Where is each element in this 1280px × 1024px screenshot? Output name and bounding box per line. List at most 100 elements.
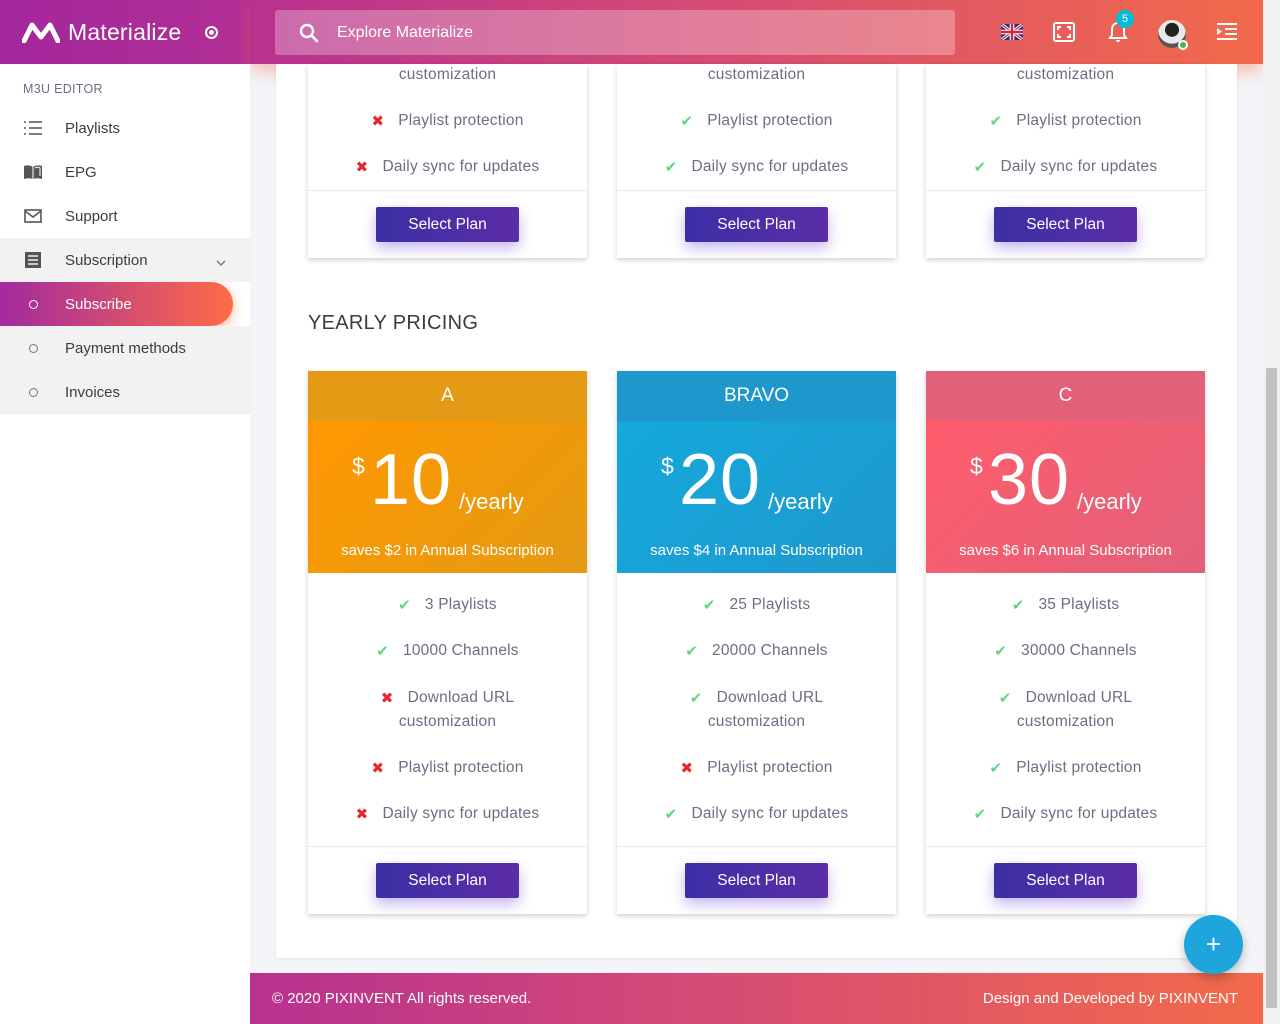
feature-item: customization <box>617 52 896 98</box>
select-plan-button[interactable]: Select Plan <box>376 863 519 898</box>
feature-label: Daily sync for updates <box>691 158 849 175</box>
feature-list: ✔ 25 Playlists ✔ 20000 Channels ✔ Download UR… <box>617 573 896 846</box>
search-input[interactable]: Explore Materialize <box>337 24 473 42</box>
feature-item: ✖ Playlist protection <box>617 745 896 791</box>
price-amount: 30 <box>988 440 1071 520</box>
feature-label: Daily sync for updates <box>1000 805 1158 822</box>
feature-item: ✖ Playlist protection <box>308 745 587 791</box>
feature-label-cont: customization <box>707 712 806 730</box>
sidebar-item-epg[interactable]: EPG <box>0 150 250 194</box>
feature-label: Playlist protection <box>707 759 833 776</box>
check-icon: ✔ <box>1011 597 1025 614</box>
select-plan-button[interactable]: Select Plan <box>994 207 1137 242</box>
check-icon: ✔ <box>398 597 411 614</box>
check-icon: ✔ <box>973 806 987 823</box>
sidebar-subitem-subscribe[interactable]: Subscribe <box>0 282 233 326</box>
sidebar-subitem-payment-methods[interactable]: Payment methods <box>0 326 250 370</box>
feature-label: Download URL <box>1025 688 1133 706</box>
page-footer: © 2020 PIXINVENT All rights reserved. De… <box>250 973 1263 1024</box>
card-footer: Select Plan <box>308 846 587 914</box>
plan-name: C <box>926 371 1205 421</box>
plan-name: BRAVO <box>617 371 896 421</box>
feature-item: ✔ Daily sync for updates <box>617 791 896 837</box>
pricing-card: customization ✖ Playlist protection ✖ Daily … <box>308 64 587 258</box>
search-bar[interactable]: Explore Materialize <box>275 10 955 55</box>
check-icon: ✔ <box>989 113 1003 130</box>
check-icon: ✔ <box>994 643 1008 660</box>
feature-label: Daily sync for updates <box>1000 158 1158 175</box>
feature-item: ✔ 35 Playlists <box>926 582 1205 628</box>
plan-price-block: $10/yearly saves $2 in Annual Subscriptio… <box>308 421 587 573</box>
sidebar-item-playlists[interactable]: Playlists <box>0 106 250 150</box>
sidebar-item-label: Subscription <box>65 251 148 269</box>
select-plan-button[interactable]: Select Plan <box>685 207 828 242</box>
sidebar-subitem-invoices[interactable]: Invoices <box>0 370 250 414</box>
savings-text: saves $2 in Annual Subscription <box>341 542 554 559</box>
feature-list: ✔ 35 Playlists ✔ 30000 Channels ✔ Download UR… <box>926 573 1205 846</box>
pricing-card: C $30/yearly saves $6 in Annual Subscripti… <box>926 371 1205 914</box>
feature-item: ✔ Playlist protection <box>926 98 1205 144</box>
floating-add-button[interactable]: + <box>1184 915 1243 974</box>
list-icon <box>23 118 43 138</box>
card-footer: Select Plan <box>308 190 587 258</box>
footer-credit[interactable]: Design and Developed by PIXINVENT <box>983 990 1238 1007</box>
feature-label: 35 Playlists <box>1038 596 1120 613</box>
pricing-card: BRAVO $20/yearly saves $4 in Annual Subscr… <box>617 371 896 914</box>
feature-line: ✔ Download URL <box>690 689 823 707</box>
sidebar-item-support[interactable]: Support <box>0 194 250 238</box>
feature-line: ✖ Download URL <box>381 689 514 707</box>
page-scrollbar[interactable] <box>1263 0 1280 1024</box>
sidebar-subitem-label: Invoices <box>65 383 121 401</box>
sidebar-lock-toggle-icon[interactable] <box>205 25 219 39</box>
feature-line: ✔ Download URL <box>999 689 1132 707</box>
sidebar-item-label: Support <box>65 207 118 225</box>
feature-label: 30000 Channels <box>1021 642 1137 659</box>
feature-label: 3 Playlists <box>424 596 497 613</box>
card-footer: Select Plan <box>926 846 1205 914</box>
user-avatar[interactable] <box>1158 20 1188 50</box>
price-currency: $ <box>352 453 365 479</box>
feature-item: ✔ 30000 Channels <box>926 628 1205 674</box>
sidebar-subitem-label: Payment methods <box>65 339 186 357</box>
feature-label: Playlist protection <box>1016 112 1142 129</box>
select-plan-button[interactable]: Select Plan <box>685 863 828 898</box>
cross-icon: ✖ <box>371 760 385 777</box>
search-icon <box>299 23 319 42</box>
scrollbar-thumb[interactable] <box>1266 368 1277 1008</box>
feature-list: customization ✔ Playlist protection ✔ Daily … <box>617 52 896 190</box>
check-icon: ✔ <box>973 159 987 176</box>
online-status-dot <box>1178 40 1188 50</box>
savings-text: saves $4 in Annual Subscription <box>650 542 863 559</box>
savings-text: saves $6 in Annual Subscription <box>959 542 1172 559</box>
feature-label-cont: customization <box>1016 712 1115 730</box>
feature-item: ✔ 10000 Channels <box>308 628 587 674</box>
plan-price-block: $20/yearly saves $4 in Annual Subscriptio… <box>617 421 896 573</box>
brand-logo[interactable]: Materialize <box>0 0 250 64</box>
price-period: /yearly <box>459 489 524 514</box>
feature-label: Playlist protection <box>398 759 524 776</box>
right-sidebar-toggle-icon[interactable] <box>1215 20 1239 44</box>
sidebar-item-label: Playlists <box>65 119 121 137</box>
receipt-icon <box>23 250 43 270</box>
feature-item: ✖ Daily sync for updates <box>308 144 587 190</box>
fullscreen-icon[interactable] <box>1052 20 1076 44</box>
check-icon: ✔ <box>685 643 699 660</box>
materialize-logo-icon <box>22 22 60 43</box>
cross-icon: ✖ <box>380 689 394 707</box>
select-plan-button[interactable]: Select Plan <box>994 863 1137 898</box>
price-amount: 10 <box>370 440 453 520</box>
card-footer: Select Plan <box>926 190 1205 258</box>
feature-label: customization <box>707 66 806 83</box>
feature-label: Daily sync for updates <box>382 805 540 822</box>
feature-list: customization ✖ Playlist protection ✖ Daily … <box>308 52 587 190</box>
price-currency: $ <box>661 453 674 479</box>
book-icon <box>23 162 43 182</box>
sidebar-item-subscription[interactable]: Subscription <box>0 238 250 282</box>
check-icon: ✔ <box>680 113 694 130</box>
language-flag-icon[interactable] <box>1000 20 1024 44</box>
pricing-card: A $10/yearly saves $2 in Annual Subscripti… <box>308 371 587 914</box>
sidebar-nav: M3U EDITOR Playlists EPG Support Subscri… <box>0 64 250 1024</box>
cross-icon: ✖ <box>371 113 385 130</box>
feature-label: Playlist protection <box>1016 759 1142 776</box>
select-plan-button[interactable]: Select Plan <box>376 207 519 242</box>
